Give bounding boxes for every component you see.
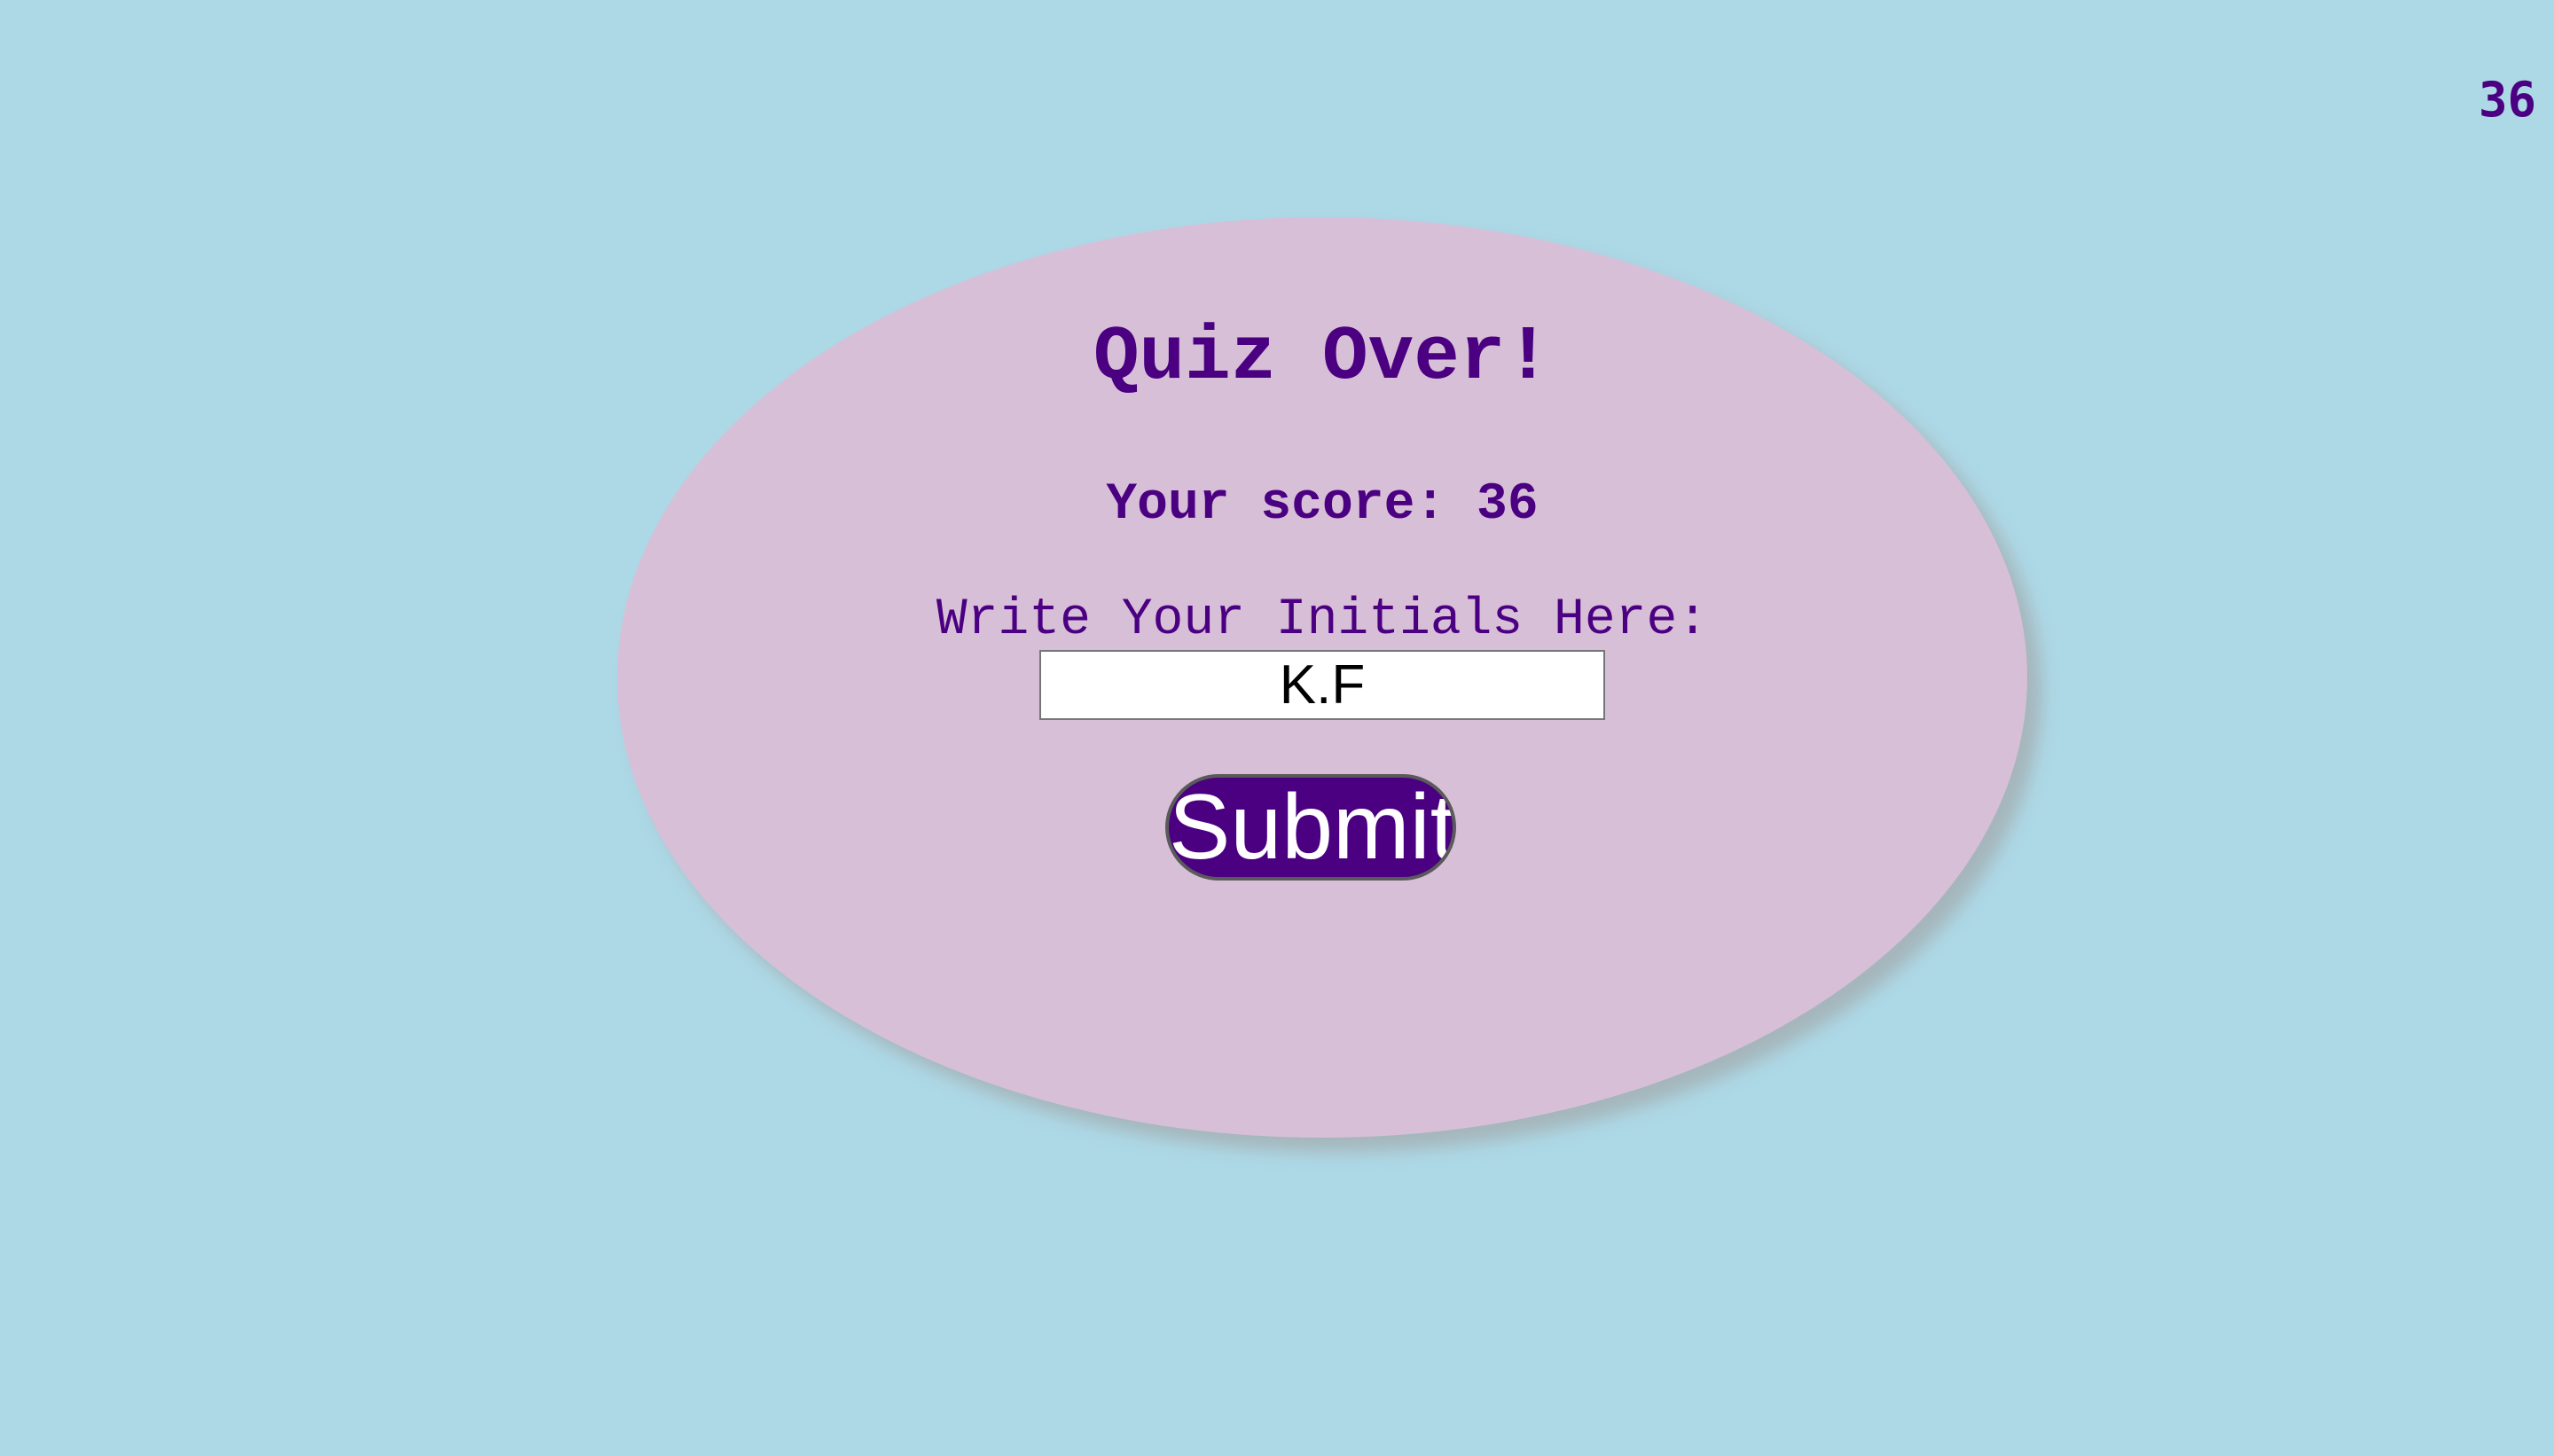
initials-label: Write Your Initials Here: — [936, 591, 1709, 649]
timer-display: 36 — [2478, 72, 2536, 128]
score-value: 36 — [1477, 476, 1539, 534]
submit-button[interactable]: Submit — [1165, 774, 1456, 881]
final-score: Your score: 36 — [617, 474, 2027, 536]
initials-input[interactable] — [1039, 650, 1605, 720]
score-label: Your score: — [1106, 476, 1446, 534]
quiz-over-title: Quiz Over! — [1093, 314, 1552, 401]
quiz-end-card: Quiz Over! Your score: 36 Write Your Ini… — [617, 217, 2027, 1138]
